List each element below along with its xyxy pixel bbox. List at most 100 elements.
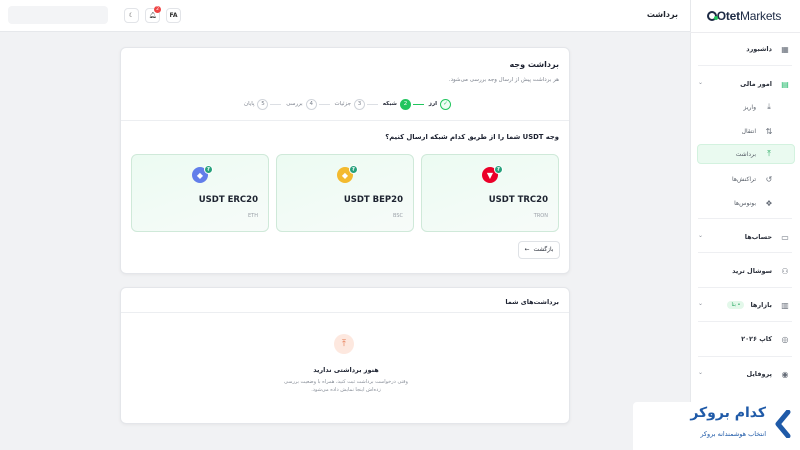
chart-icon: ▥ [781, 300, 789, 310]
money-icon: ▤ [781, 79, 789, 89]
empty-state-title: هنوز برداشتی ندارید [313, 366, 379, 374]
sidebar-item-label: کاپ ۲۰۲۶ [741, 335, 772, 343]
sidebar-item-label: انتقال [741, 127, 756, 135]
tether-icon: ₮ [494, 165, 503, 174]
logo-light-text: Markets [739, 9, 782, 23]
wallet-icon: ▭ [781, 232, 789, 242]
sidebar-item-label: واریز [743, 103, 756, 111]
sidebar-item-transfer[interactable]: ⇅ انتقال [690, 122, 800, 140]
step-currency[interactable]: ✓ ارز [426, 98, 451, 110]
sidebar-divider [698, 287, 792, 288]
sidebar-item-label: برداشت [735, 150, 756, 158]
page-title: برداشت [646, 10, 678, 19]
network-chain: ETH [248, 213, 258, 219]
network-chain: BSC [392, 213, 403, 219]
arrow-left-icon: ← [524, 247, 530, 253]
notifications-button[interactable]: 🔔︎ 2 [145, 6, 161, 23]
step-label: پایان [244, 101, 255, 107]
chevron-down-icon: ⌄ [698, 300, 704, 307]
sidebar-item-dashboard[interactable]: ▦ داشبورد [690, 40, 800, 58]
sidebar-divider [698, 218, 792, 219]
sidebar-item-label: امور مالی [740, 80, 772, 88]
step-network[interactable]: 2 شبکه [380, 98, 411, 110]
sidebar-divider [690, 32, 800, 33]
watermark-subtitle: انتخاب هوشمندانه بروکر [700, 430, 766, 438]
transfer-icon: ⇅ [765, 126, 773, 136]
step-connector [270, 103, 282, 105]
network-question: وجه USDT شما را از طریق کدام شبکه ارسال … [385, 133, 559, 141]
network-name: USDT TRC20 [488, 195, 548, 205]
step-finish: 5 پایان [241, 98, 269, 110]
step-connector [366, 103, 378, 105]
sidebar-item-profile[interactable]: ◉ پروفایل ⌄ [690, 365, 800, 383]
network-name: USDT BEP20 [343, 195, 403, 205]
grid-icon: ▦ [781, 44, 789, 54]
sidebar-item-markets[interactable]: ▥ بازارها • بتا ⌄ [690, 296, 800, 314]
step-number: 5 [257, 98, 269, 110]
watermark-title: کدام بروکر [690, 405, 766, 421]
sidebar-item-label: حساب‌ها [744, 233, 772, 241]
sidebar-item-label: بازارها [750, 301, 772, 309]
network-chain: TRON [533, 213, 548, 219]
users-icon: ⚇ [781, 266, 789, 276]
sidebar-item-accounts[interactable]: ▭ حساب‌ها ⌄ [690, 228, 800, 246]
history-icon: ↺ [765, 174, 773, 184]
sidebar-item-label: تراکنش‌ها [732, 175, 756, 183]
stepper: ✓ ارز 2 شبکه 3 جزئیات 4 بررسی 5 پایان [241, 97, 451, 111]
step-review: 4 بررسی [283, 98, 317, 110]
card-description: هر برداشت پیش از ارسال وجه بررسی می‌شود. [448, 77, 559, 83]
step-connector [318, 103, 330, 105]
question-suffix: شما را از طریق کدام شبکه ارسال کنیم؟ [385, 133, 521, 141]
sidebar-item-financial[interactable]: ▤ امور مالی ⌄ [690, 75, 800, 93]
check-icon: ✓ [440, 98, 451, 110]
step-label: بررسی [286, 101, 303, 107]
sidebar-item-withdraw[interactable]: ⤒ برداشت [697, 144, 795, 164]
sidebar-divider [698, 356, 792, 357]
sidebar-item-transactions[interactable]: ↺ تراکنش‌ها [690, 170, 800, 188]
network-name: USDT ERC20 [198, 195, 258, 205]
top-header: ☾ 🔔︎ 2 FA برداشت [0, 0, 690, 32]
sidebar-item-social-trade[interactable]: ⚇ سوشال ترید [690, 262, 800, 280]
search-box[interactable] [8, 6, 108, 24]
logo-mark [706, 11, 718, 21]
card-divider [121, 120, 569, 121]
sidebar-divider [698, 252, 792, 253]
question-prefix: وجه [545, 133, 559, 141]
step-label: جزئیات [334, 101, 351, 107]
moon-icon: ☾ [128, 12, 135, 19]
sidebar-item-bonuses[interactable]: ❖ بونوس‌ها [690, 194, 800, 212]
step-number: 3 [353, 98, 365, 110]
sidebar-divider [698, 65, 792, 66]
step-details: 3 جزئیات [332, 98, 365, 110]
watermark: کدام بروکر انتخاب هوشمندانه بروکر [633, 402, 800, 450]
network-option-bep20[interactable]: ◆ ₮ USDT BEP20 BSC [276, 154, 414, 232]
card-title: برداشت وجه [509, 60, 559, 69]
sidebar-item-label: بونوس‌ها [734, 199, 756, 207]
sidebar: Otet Markets ▦ داشبورد ▤ امور مالی ⌄ ⤓ و… [690, 0, 800, 450]
withdrawals-card: برداشت‌های شما ⤒ هنوز برداشتی ندارید وقت… [120, 287, 570, 424]
sidebar-item-label: داشبورد [746, 45, 772, 53]
gift-icon: ❖ [765, 198, 773, 208]
card-divider [121, 312, 569, 313]
language-button[interactable]: FA [166, 8, 181, 23]
network-option-erc20[interactable]: ◆ ₮ USDT ERC20 ETH [131, 154, 269, 232]
brand-logo[interactable]: Otet Markets [698, 8, 790, 24]
download-icon: ⤓ [767, 102, 771, 111]
sidebar-item-cup[interactable]: ◎ کاپ ۲۰۲۶ [690, 330, 800, 348]
bell-icon: 🔔︎ [148, 12, 157, 19]
chevron-down-icon: ⌄ [698, 369, 704, 376]
question-currency: USDT [522, 133, 544, 141]
upload-icon: ⤒ [334, 334, 354, 354]
tether-icon: ₮ [204, 165, 213, 174]
user-icon: ◉ [781, 369, 789, 379]
sidebar-item-label: سوشال ترید [732, 267, 772, 275]
back-button[interactable]: بازگشت ← [518, 241, 560, 259]
watermark-logo [775, 410, 791, 438]
notification-badge: 2 [154, 6, 161, 13]
step-label: ارز [428, 101, 437, 107]
trophy-icon: ◎ [781, 334, 789, 344]
sidebar-item-label: پروفایل [746, 370, 772, 378]
network-option-trc20[interactable]: ▼ ₮ USDT TRC20 TRON [421, 154, 559, 232]
sidebar-item-deposit[interactable]: ⤓ واریز [690, 98, 800, 116]
theme-toggle-button[interactable]: ☾ [124, 8, 139, 23]
